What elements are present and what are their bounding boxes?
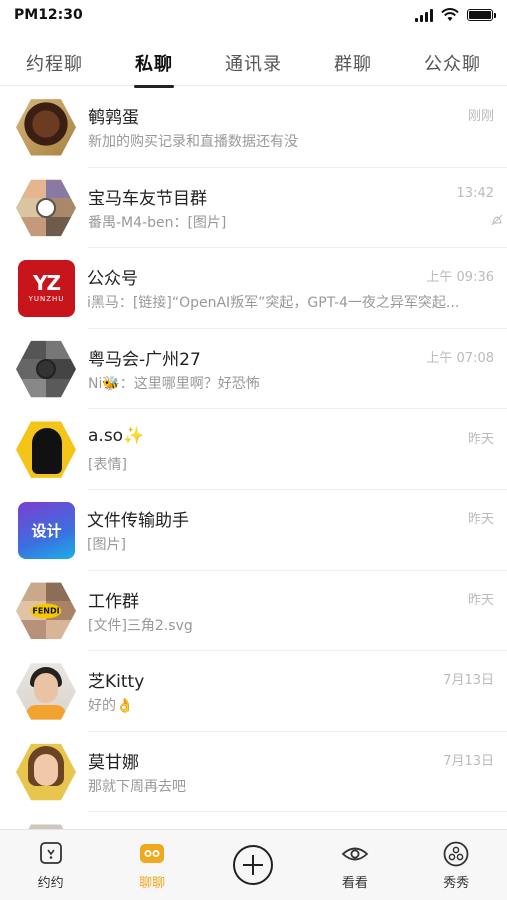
tab-public-chat[interactable]: 公众聊 [416,44,489,82]
avatar-text: 设计 [31,521,62,540]
yueyue-icon [39,841,62,864]
nav-label: 看看 [341,875,368,891]
avatar-logo-text: YZ [33,271,61,296]
chat-name: 粤马会-广州27 [88,350,201,371]
chat-message: [表情] [88,456,127,473]
status-icons [415,8,496,22]
nav-xiuxiu[interactable]: 秀秀 [416,833,496,897]
show-icon [443,841,469,866]
bottom-nav: 约约 聊聊 看看 秀秀 [0,829,507,900]
chat-time: 昨天 [467,431,494,447]
chat-name: 工作群 [88,591,139,612]
nav-label: 聊聊 [139,875,166,891]
chat-message: 新加的购买记录和直播数据还有没 [88,134,298,151]
tab-private-chat[interactable]: 私聊 [127,44,181,82]
chat-message: 好的👌 [88,698,134,715]
chat-time: 上午 07:08 [426,351,494,367]
mute-icon [491,214,503,226]
chat-row[interactable]: a.so✨ [表情] 昨天 [0,409,507,490]
status-time: PM12:30 [14,7,83,23]
nav-label: 秀秀 [443,875,470,891]
avatar[interactable] [16,663,76,720]
chat-message: 那就下周再去吧 [88,779,186,796]
chat-name: 文件传输助手 [87,511,189,532]
chat-name: 鹌鹑蛋 [88,108,139,129]
chat-row[interactable]: 宝马车友节目群 番禺-M4-ben：[图片] 13:42 [0,168,507,249]
wifi-icon [441,8,459,21]
chat-message: 番禺-M4-ben：[图片] [88,214,227,231]
chat-icon [140,843,165,863]
nav-chat[interactable]: 聊聊 [112,833,192,897]
chat-message: i黑马：[链接]“OpenAI叛军”突起，GPT-4一夜之异军突起... [87,295,460,312]
group-avatar[interactable] [16,179,76,237]
plus-icon[interactable] [233,845,274,885]
signal-icon [415,8,433,22]
chat-name: 宝马车友节目群 [88,188,207,209]
chat-row[interactable] [0,812,507,829]
avatar-logo-subtext: YUNZHU [28,295,65,304]
nav-yueyue[interactable]: 约约 [11,833,91,897]
avatar-badge-text: FENDI [30,603,62,619]
chat-name: 芝Kitty [88,672,145,693]
chat-message: Ni🐝：这里哪里啊？好恐怖 [88,376,260,393]
chat-row[interactable]: 芝Kitty 好的👌 7月13日 [0,651,507,732]
chat-time: 昨天 [467,512,494,528]
chat-time: 7月13日 [443,754,494,770]
avatar[interactable] [16,99,76,156]
design-avatar[interactable]: 设计 [18,501,75,559]
chat-row[interactable]: FENDI 工作群 [文件]三角2.svg 昨天 [0,571,507,652]
nav-label: 约约 [37,875,64,891]
status-bar: PM12:30 [0,0,507,30]
chat-list: 鹌鹑蛋 新加的购买记录和直播数据还有没 刚刚 宝马车友节目群 番禺-M4-ben… [0,87,507,829]
chat-row[interactable]: 粤马会-广州27 Ni🐝：这里哪里啊？好恐怖 上午 07:08 [0,329,507,410]
tab-yuechengliao[interactable]: 约程聊 [18,44,91,82]
silhouette-avatar[interactable] [16,421,76,478]
chat-time: 上午 09:36 [426,270,494,286]
chat-row[interactable]: 设计 文件传输助手 [图片] 昨天 [0,490,507,571]
chat-name: 公众号 [87,269,138,290]
battery-icon [467,9,496,21]
tab-group-chat[interactable]: 群聊 [326,44,380,82]
nav-kankan[interactable]: 看看 [315,833,395,897]
chat-row[interactable]: 鹌鹑蛋 新加的购买记录和直播数据还有没 刚刚 [0,87,507,168]
chat-time: 7月13日 [443,673,494,689]
nav-add[interactable] [213,833,293,897]
chat-name: a.so✨ [88,425,145,446]
chat-time: 昨天 [467,592,494,608]
chat-row[interactable]: 莫甘娜 那就下周再去吧 7月13日 [0,732,507,813]
group-avatar[interactable] [16,340,76,398]
eye-icon [341,847,369,860]
chat-time: 刚刚 [467,109,494,125]
tab-contacts[interactable]: 通讯录 [217,44,290,82]
chat-name: 莫甘娜 [88,753,139,774]
chat-time: 13:42 [456,185,494,201]
yunzhu-logo-avatar[interactable]: YZ YUNZHU [18,259,75,317]
chat-row[interactable]: YZ YUNZHU 公众号 i黑马：[链接]“OpenAI叛军”突起，GPT-4… [0,248,507,329]
chat-message: [图片] [87,537,126,554]
top-tabs: 约程聊 私聊 通讯录 群聊 公众聊 [0,40,507,86]
avatar[interactable] [16,743,76,801]
chat-message: [文件]三角2.svg [88,617,193,634]
group-avatar[interactable]: FENDI [16,582,76,640]
